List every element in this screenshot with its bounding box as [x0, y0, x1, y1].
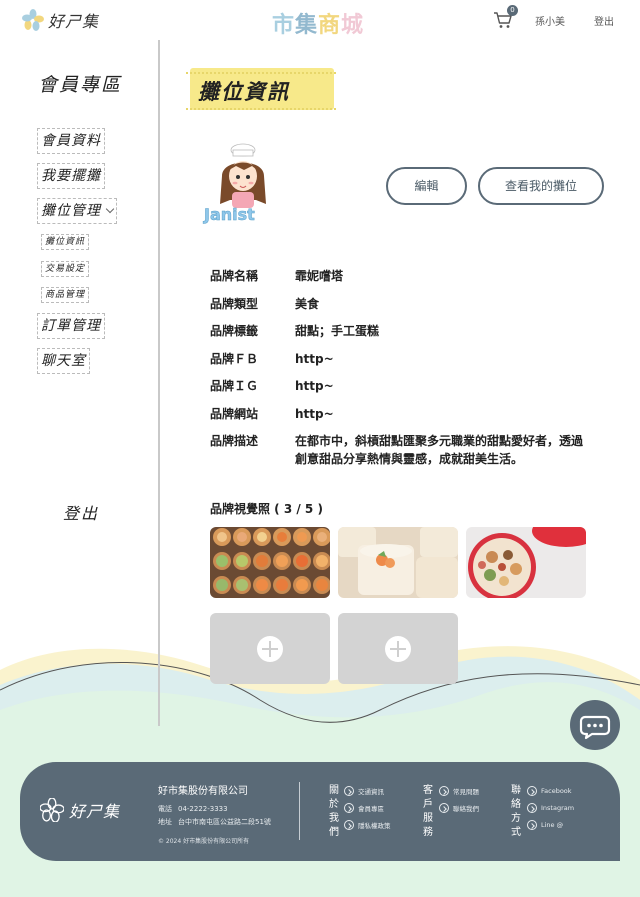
sidebar-subitem-product-management[interactable]: 商品管理	[41, 287, 90, 303]
info-value: 甜點；手工蛋糕	[295, 324, 380, 338]
sidebar-title: 會員專區	[38, 74, 123, 96]
header: 好ㄕ集 市集商城 0 孫小美 登出	[0, 0, 640, 40]
info-label: 品牌ＦＢ	[210, 352, 259, 366]
chevron-right-icon	[527, 803, 537, 813]
sidebar-divider	[158, 40, 160, 726]
chevron-down-icon	[105, 204, 115, 214]
sidebar-item-stall-management[interactable]: 攤位管理	[37, 198, 117, 224]
info-value: http~	[295, 352, 334, 366]
footer-col-service-title: 客戶服務	[423, 785, 433, 838]
footer-link-contact[interactable]: 聯絡我們	[439, 803, 479, 813]
footer-phone: 電話 04-2222-3333	[158, 804, 228, 814]
chevron-right-icon	[344, 786, 354, 796]
footer-link-label: 會員專區	[358, 805, 384, 813]
footer-address: 地址 台中市南屯區公益路二段51號	[158, 817, 271, 827]
info-label: 品牌類型	[210, 297, 259, 311]
brand-photo-1[interactable]	[210, 527, 330, 598]
chevron-right-icon	[527, 820, 537, 830]
cart-count-badge: 0	[507, 5, 518, 16]
site-title-char: 市	[272, 13, 296, 38]
info-value: 霏妮嚐塔	[295, 269, 344, 283]
footer-logo[interactable]: 好ㄕ集	[40, 798, 120, 822]
footer-link-instagram[interactable]: Instagram	[527, 803, 574, 813]
sidebar-item-open-stall[interactable]: 我要擺攤	[37, 163, 105, 189]
footer-copyright: © 2024 好市集股份有限公司所有	[158, 838, 250, 845]
add-photo-slot[interactable]	[210, 613, 330, 684]
plus-icon	[385, 636, 411, 662]
header-logout-link[interactable]: 登出	[594, 13, 614, 28]
site-title-char: 商	[318, 13, 342, 38]
sidebar-item-member-info[interactable]: 會員資料	[37, 128, 105, 154]
footer-link-label: 隱私權政策	[358, 822, 391, 830]
info-value: http~	[295, 379, 334, 393]
phone-label: 電話	[158, 805, 172, 813]
footer-link-traffic[interactable]: 交通資訊	[344, 786, 384, 796]
footer-link-label: Instagram	[541, 804, 575, 812]
user-name-link[interactable]: 孫小美	[535, 13, 565, 28]
view-my-stall-button[interactable]: 查看我的攤位	[478, 167, 604, 205]
sidebar-subitem-stall-info[interactable]: 攤位資訊	[41, 234, 90, 250]
info-label: 品牌描述	[210, 434, 259, 448]
avatar-text: Janist	[203, 205, 255, 224]
phone-number: 04-2222-3333	[178, 805, 228, 813]
flower-logo-icon	[22, 9, 44, 31]
info-label: 品牌標籤	[210, 324, 259, 338]
page-title: 攤位資訊	[198, 79, 290, 104]
address-label: 地址	[158, 818, 172, 826]
footer-link-faq[interactable]: 常見問題	[439, 786, 479, 796]
info-value: http~	[295, 407, 334, 421]
info-label: 品牌ＩＧ	[210, 379, 259, 393]
page-title-highlight: 攤位資訊	[186, 68, 336, 110]
brand-photo-3[interactable]	[466, 527, 586, 598]
footer-link-member[interactable]: 會員專區	[344, 803, 384, 813]
chevron-right-icon	[527, 786, 537, 796]
add-photo-slot[interactable]	[338, 613, 458, 684]
chat-button[interactable]	[570, 700, 620, 750]
brand-photos-title: 品牌視覺照 ( 3 / 5 )	[210, 502, 323, 516]
address-text: 台中市南屯區公益路二段51號	[178, 818, 271, 826]
footer-link-facebook[interactable]: Facebook	[527, 786, 572, 796]
sidebar-item-label: 攤位管理	[41, 203, 101, 219]
footer-link-label: Facebook	[541, 787, 572, 795]
footer-link-line[interactable]: Line @	[527, 820, 563, 830]
sidebar-item-order-management[interactable]: 訂單管理	[37, 313, 105, 339]
site-title-char: 集	[295, 13, 319, 38]
footer-company-name: 好市集股份有限公司	[158, 786, 248, 797]
chevron-right-icon	[439, 803, 449, 813]
footer-link-label: 交通資訊	[358, 788, 384, 796]
footer-link-privacy[interactable]: 隱私權政策	[344, 820, 391, 830]
chat-bubble-icon	[579, 715, 611, 740]
sidebar-item-chat-room[interactable]: 聊天室	[37, 348, 90, 374]
info-value: 在都市中，斜槓甜點匯聚多元職業的甜點愛好者，透過創意甜品分享熱情與靈感，成就甜美…	[295, 434, 584, 466]
chevron-right-icon	[344, 803, 354, 813]
footer: 好ㄕ集 好市集股份有限公司 電話 04-2222-3333 地址 台中市南屯區公益路…	[20, 762, 620, 861]
flower-logo-icon	[40, 798, 64, 822]
info-label: 品牌網站	[210, 407, 259, 421]
site-title: 市集商城	[272, 7, 364, 39]
chevron-right-icon	[344, 820, 354, 830]
footer-logo-text: 好ㄕ集	[69, 802, 121, 821]
logo-text: 好ㄕ集	[48, 12, 100, 31]
info-value: 美食	[295, 297, 320, 311]
plus-icon	[257, 636, 283, 662]
cart-button[interactable]: 0	[493, 5, 518, 30]
footer-link-label: Line @	[541, 821, 564, 829]
sidebar-subitem-trade-settings[interactable]: 交易設定	[41, 261, 90, 277]
chevron-right-icon	[439, 786, 449, 796]
site-title-char: 城	[341, 13, 365, 38]
footer-col-about-title: 關於我們	[329, 785, 339, 838]
brand-avatar: Janist	[203, 143, 266, 224]
footer-col-contact-title: 聯絡方式	[511, 785, 521, 838]
footer-link-label: 常見問題	[453, 788, 479, 796]
sidebar-logout[interactable]: 登出	[63, 500, 99, 524]
info-label: 品牌名稱	[210, 269, 259, 283]
site-logo[interactable]: 好ㄕ集	[22, 8, 99, 32]
footer-link-label: 聯絡我們	[453, 805, 479, 813]
brand-photo-2[interactable]	[338, 527, 458, 598]
footer-divider	[299, 782, 300, 840]
edit-button[interactable]: 編輯	[386, 167, 467, 205]
